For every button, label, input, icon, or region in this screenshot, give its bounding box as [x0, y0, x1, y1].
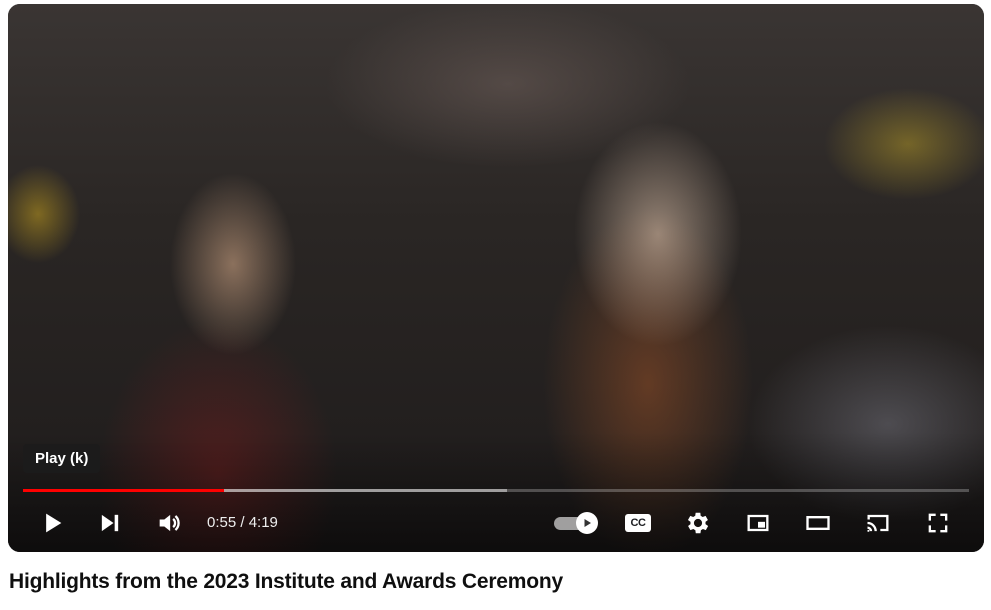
settings-button[interactable]: [680, 505, 716, 541]
cast-icon: [867, 514, 889, 532]
cc-icon: CC: [625, 514, 651, 532]
autoplay-knob: [576, 512, 598, 534]
volume-icon: [159, 514, 180, 532]
theater-mode-button[interactable]: [800, 505, 836, 541]
time-display: 0:55 / 4:19: [207, 514, 278, 531]
player-controls: 0:55 / 4:19 CC: [8, 499, 984, 547]
mute-button[interactable]: [151, 505, 187, 541]
gear-icon: [687, 512, 709, 534]
video-title: Highlights from the 2023 Institute and A…: [9, 570, 563, 593]
miniplayer-icon: [747, 514, 769, 532]
progress-bar[interactable]: [23, 489, 969, 492]
play-button[interactable]: [34, 505, 70, 541]
play-icon: [46, 513, 62, 533]
video-player[interactable]: Play (k) 0:55 / 4:19 CC: [8, 4, 984, 552]
theater-mode-icon: [806, 516, 830, 530]
fullscreen-button[interactable]: [920, 505, 956, 541]
subtitles-button[interactable]: CC: [620, 505, 656, 541]
progress-played: [23, 489, 224, 492]
fullscreen-icon: [928, 513, 948, 533]
autoplay-toggle-icon: [584, 519, 591, 527]
cast-button[interactable]: [860, 505, 896, 541]
autoplay-toggle[interactable]: [554, 512, 598, 534]
play-tooltip: Play (k): [23, 444, 101, 473]
next-button[interactable]: [92, 505, 128, 541]
next-icon: [101, 514, 119, 532]
miniplayer-button[interactable]: [740, 505, 776, 541]
